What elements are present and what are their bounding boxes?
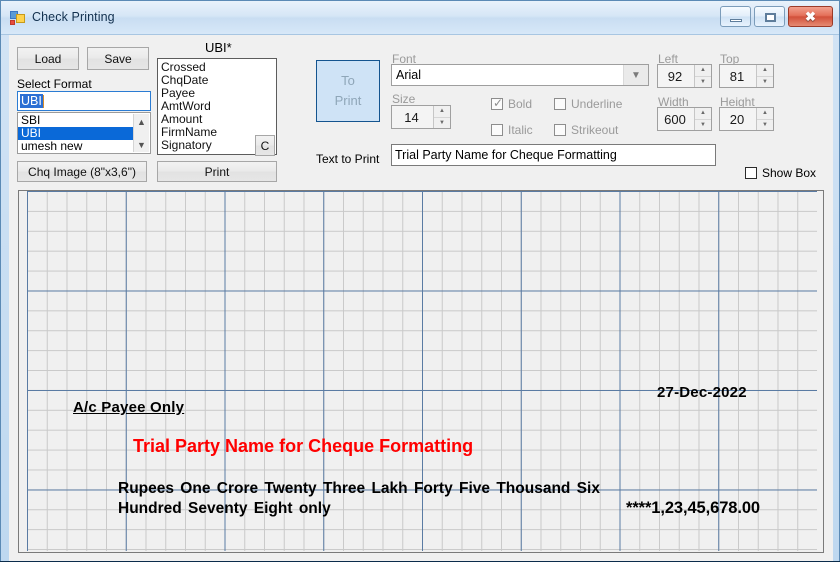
strikeout-checkbox[interactable]: Strikeout [554, 123, 618, 137]
left-spin-buttons[interactable]: ▲ ▼ [694, 65, 711, 87]
spin-up-icon[interactable]: ▲ [695, 108, 711, 120]
title-bar[interactable]: Check Printing ✖ [1, 1, 839, 35]
underline-label: Underline [571, 97, 623, 111]
show-box-checkbox[interactable]: Show Box [745, 166, 816, 180]
left-stepper[interactable]: 92 ▲ ▼ [657, 64, 712, 88]
cheque-amount-in-words: Rupees One Crore Twenty Three Lakh Forty… [118, 480, 600, 517]
font-combobox[interactable]: Arial ▼ [391, 64, 649, 86]
checkbox-box: ✓ [491, 96, 504, 110]
text-caret [42, 94, 44, 108]
dropdown-scrollbar[interactable]: ▲ ▼ [133, 114, 149, 152]
chevron-down-icon[interactable]: ▼ [623, 65, 648, 85]
select-format-label: Select Format [17, 77, 92, 91]
chevron-up-icon[interactable]: ▲ [134, 116, 149, 129]
cheque-preview-panel[interactable]: 27-Dec-2022 A/c Payee Only Trial Party N… [18, 190, 824, 553]
maximize-button[interactable] [754, 6, 785, 27]
checkbox-box [491, 124, 503, 136]
maximize-icon [765, 13, 776, 22]
size-label: Size [392, 92, 416, 106]
height-value: 20 [729, 111, 745, 127]
show-box-label: Show Box [762, 166, 817, 180]
cheque-party-name: Trial Party Name for Cheque Formatting [133, 436, 474, 456]
spin-up-icon[interactable]: ▲ [434, 106, 450, 118]
checkbox-box [554, 98, 566, 110]
height-stepper[interactable]: 20 ▲ ▼ [719, 107, 774, 131]
to-print-button[interactable]: To Print [316, 60, 380, 122]
top-stepper[interactable]: 81 ▲ ▼ [719, 64, 774, 88]
close-icon: ✖ [805, 9, 816, 24]
font-size-stepper[interactable]: 14 ▲ ▼ [391, 105, 451, 129]
to-print-line2: Print [334, 93, 362, 108]
top-spin-buttons[interactable]: ▲ ▼ [756, 65, 773, 87]
italic-label: Italic [508, 123, 533, 137]
font-size-spin-buttons[interactable]: ▲ ▼ [433, 106, 450, 128]
cheque-date: 27-Dec-2022 [657, 384, 747, 401]
app-form-icon [10, 11, 25, 25]
text-to-print-label: Text to Print [316, 152, 380, 166]
checkbox-box [554, 124, 566, 136]
spin-down-icon[interactable]: ▼ [695, 120, 711, 131]
spin-down-icon[interactable]: ▼ [695, 77, 711, 88]
format-combo-input[interactable]: UBI [17, 91, 151, 111]
font-size-value: 14 [404, 109, 419, 125]
text-to-print-input[interactable]: Trial Party Name for Cheque Formatting [391, 144, 716, 166]
clear-button[interactable]: C [255, 135, 275, 156]
application-window: Check Printing ✖ Load Save Select Format [0, 0, 840, 568]
client-area: Load Save Select Format UBI SBI UBI umes… [9, 35, 833, 561]
bold-checkbox[interactable]: ✓ Bold [491, 97, 532, 111]
cheque-ac-payee: A/c Payee Only [73, 399, 185, 416]
chq-image-button[interactable]: Chq Image (8"x3,6") [17, 161, 147, 182]
left-value: 92 [667, 68, 683, 84]
top-value: 81 [729, 68, 745, 84]
load-button[interactable]: Load [17, 47, 79, 70]
window-title: Check Printing [32, 10, 115, 24]
spin-up-icon[interactable]: ▲ [757, 108, 773, 120]
chevron-down-icon[interactable]: ▼ [134, 139, 149, 152]
window-frame: Check Printing ✖ Load Save Select Format [0, 0, 840, 568]
dropdown-item-umesh-new[interactable]: umesh new [18, 140, 150, 153]
width-value: 600 [664, 111, 686, 127]
spin-up-icon[interactable]: ▲ [757, 65, 773, 77]
spin-up-icon[interactable]: ▲ [695, 65, 711, 77]
check-icon: ✓ [493, 96, 504, 110]
bold-label: Bold [508, 97, 533, 111]
checkbox-box [745, 167, 757, 179]
window-bottom-edge [0, 561, 840, 568]
width-spin-buttons[interactable]: ▲ ▼ [694, 108, 711, 130]
close-button[interactable]: ✖ [788, 6, 833, 27]
font-value: Arial [396, 68, 422, 82]
strikeout-label: Strikeout [571, 123, 619, 137]
to-print-line1: To [341, 73, 355, 88]
italic-checkbox[interactable]: Italic [491, 123, 533, 137]
spin-down-icon[interactable]: ▼ [434, 118, 450, 129]
minimize-icon [730, 19, 742, 22]
spin-down-icon[interactable]: ▼ [757, 77, 773, 88]
format-dropdown-list[interactable]: SBI UBI umesh new ▲ ▼ [17, 112, 151, 154]
width-stepper[interactable]: 600 ▲ ▼ [657, 107, 712, 131]
format-combo-value: UBI [20, 94, 43, 108]
window-controls: ✖ [720, 6, 833, 28]
save-button[interactable]: Save [87, 47, 149, 70]
underline-checkbox[interactable]: Underline [554, 97, 622, 111]
spin-down-icon[interactable]: ▼ [757, 120, 773, 131]
print-button[interactable]: Print [157, 161, 277, 182]
height-spin-buttons[interactable]: ▲ ▼ [756, 108, 773, 130]
fields-title: UBI* [205, 40, 232, 55]
minimize-button[interactable] [720, 6, 751, 27]
cheque-amount-figures: ****1,23,45,678.00 [626, 499, 760, 517]
